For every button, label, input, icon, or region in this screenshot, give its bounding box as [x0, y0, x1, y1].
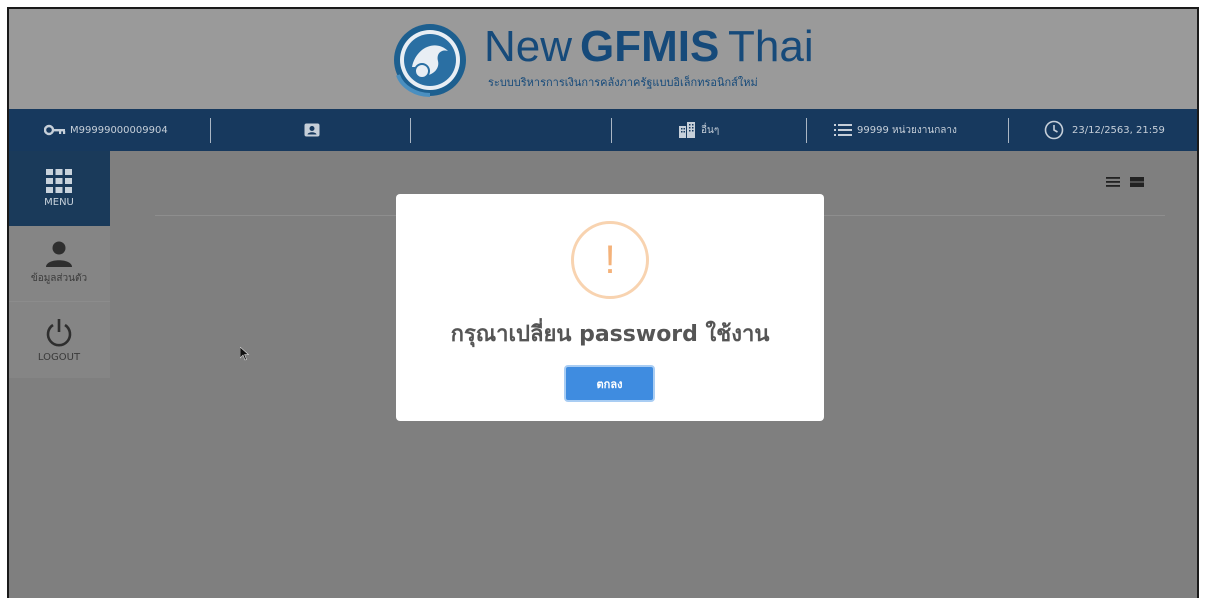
- organization-text: อื่นๆ: [701, 124, 720, 136]
- user-id-text: M99999000009904: [70, 124, 168, 136]
- mouse-cursor-icon: [240, 347, 250, 361]
- view-toggle: [1106, 177, 1144, 187]
- logo-word-thai: Thai: [728, 22, 814, 71]
- ministry-emblem-icon: [394, 24, 466, 97]
- divider: [1008, 118, 1009, 143]
- sidebar-item-label: ข้อมูลส่วนตัว: [30, 273, 88, 284]
- warning-icon: !: [571, 221, 649, 299]
- organization-segment: อื่นๆ: [678, 109, 719, 151]
- divider: [806, 118, 807, 143]
- frame-border-top: [7, 7, 1199, 9]
- right-margin: [1198, 0, 1205, 598]
- frame-border-right: [1197, 7, 1199, 598]
- user-icon: [46, 241, 72, 267]
- divider: [611, 118, 612, 143]
- sidebar-item-menu[interactable]: MENU: [8, 151, 110, 226]
- sidebar-item-label: LOGOUT: [37, 351, 81, 363]
- department-text: 99999 หน่วยงานกลาง: [857, 124, 957, 136]
- datetime-segment: 23/12/2563, 21:59: [1044, 109, 1165, 151]
- sidebar-item-logout[interactable]: LOGOUT: [8, 302, 110, 378]
- power-icon: [46, 318, 72, 346]
- list-view-icon[interactable]: [1106, 177, 1120, 187]
- app-window: New GFMIS Thai ระบบบริหารการเงินการคลังภ…: [0, 0, 1205, 598]
- department-segment: 99999 หน่วยงานกลาง: [834, 109, 957, 151]
- sidebar-item-label: MENU: [44, 197, 74, 208]
- id-card-icon: [304, 123, 320, 137]
- building-icon: [679, 122, 695, 138]
- sidebar: MENU ข้อมูลส่วนตัว LOGOUT: [8, 151, 110, 378]
- logo-word-new: New: [484, 22, 573, 71]
- table-view-icon[interactable]: [1130, 177, 1144, 187]
- dialog-message: กรุณาเปลี่ยน password ใช้งาน: [450, 322, 770, 347]
- ok-button[interactable]: ตกลง: [564, 365, 655, 402]
- password-change-dialog: ! กรุณาเปลี่ยน password ใช้งาน ตกลง: [396, 194, 824, 421]
- logo-subtitle: ระบบบริหารการเงินการคลังภาครัฐแบบอิเล็กท…: [488, 76, 758, 89]
- key-icon: [44, 124, 66, 136]
- grid-icon: [46, 169, 72, 193]
- list-icon: [834, 124, 852, 136]
- gfmis-logo: New GFMIS Thai ระบบบริหารการเงินการคลังภ…: [392, 23, 852, 98]
- warning-glyph: !: [604, 237, 616, 282]
- divider: [410, 118, 411, 143]
- info-bar: M99999000009904 อื่นๆ 99999 หน่วยงานกลาง…: [8, 109, 1198, 151]
- logo-word-gfmis: GFMIS: [580, 22, 720, 71]
- frame-border-left: [7, 7, 9, 598]
- divider: [210, 118, 211, 143]
- clock-icon: [1044, 120, 1064, 140]
- user-id-segment: M99999000009904: [44, 109, 168, 151]
- header: New GFMIS Thai ระบบบริหารการเงินการคลังภ…: [8, 8, 1198, 109]
- datetime-text: 23/12/2563, 21:59: [1072, 124, 1165, 136]
- profile-card-segment[interactable]: [304, 109, 320, 151]
- sidebar-item-profile[interactable]: ข้อมูลส่วนตัว: [8, 226, 110, 302]
